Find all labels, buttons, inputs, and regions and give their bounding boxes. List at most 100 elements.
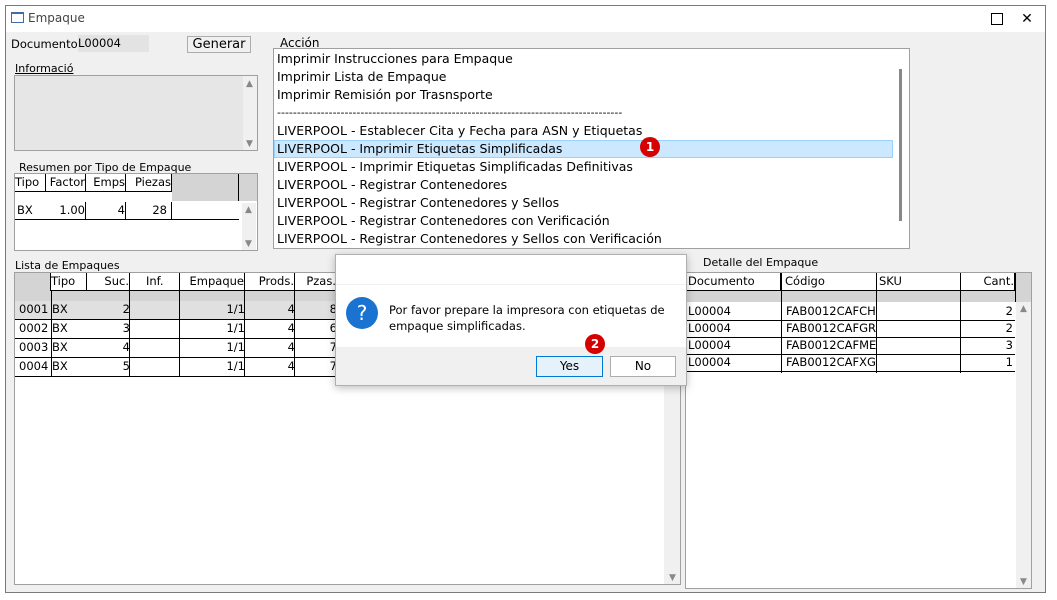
empaque-window: Empaque ✕ Documento: L00004 Generar Info… <box>5 5 1046 593</box>
yes-button[interactable]: Yes <box>536 356 603 377</box>
lista-cell: 0001 <box>19 302 49 316</box>
grid-line <box>686 371 1015 372</box>
detalle-grid[interactable]: Documento Código SKU Cant. L00004 FAB001… <box>685 272 1032 589</box>
generar-button[interactable]: Generar <box>187 36 251 53</box>
lista-cell <box>130 339 180 357</box>
list-item[interactable]: LIVERPOOL - Establecer Cita y Fecha para… <box>277 122 642 140</box>
message-dialog: ? Por favor prepare la impresora con eti… <box>335 254 687 386</box>
lista-cell: 4 <box>122 340 130 354</box>
detalle-cell: 2 <box>1005 304 1013 318</box>
lista-cell: BX <box>52 302 68 316</box>
resumen-col-tipo[interactable]: Tipo <box>15 174 46 192</box>
lista-col-inf[interactable]: Inf. <box>130 273 180 291</box>
grid-line <box>876 273 877 373</box>
detalle-col-codigo[interactable]: Código <box>781 273 877 291</box>
scroll-down-icon: ▼ <box>245 239 252 249</box>
window-icon <box>11 12 24 23</box>
detalle-cell: L00004 <box>688 355 731 369</box>
lista-cell: 6 <box>329 321 337 335</box>
scroll-down-icon: ▼ <box>246 139 253 149</box>
grid-line <box>15 319 337 320</box>
window-title: Empaque <box>28 11 85 25</box>
lista-cell: 4 <box>287 321 295 335</box>
list-item[interactable]: LIVERPOOL - Registrar Contenedores <box>277 176 507 194</box>
detalle-cell <box>877 354 961 372</box>
list-item[interactable]: Imprimir Remisión por Trasnsporte <box>277 86 493 104</box>
resumen-col-factor[interactable]: Factor <box>46 174 86 192</box>
informacion-textarea[interactable]: ▲ ▼ <box>14 75 258 151</box>
resumen-col-emps[interactable]: Emps <box>86 174 126 192</box>
lista-label: Lista de Empaques <box>15 259 120 272</box>
lista-col-prods[interactable]: Prods. <box>245 273 295 291</box>
lista-cell <box>130 301 180 319</box>
lista-cell: 1/1 <box>226 340 245 354</box>
list-separator[interactable]: ----------------------------------------… <box>277 104 622 122</box>
grid-line <box>15 357 337 358</box>
grid-line <box>686 354 1015 355</box>
lista-cell: 4 <box>287 359 295 373</box>
lista-cell: 0004 <box>19 359 49 373</box>
grid-line <box>960 273 961 373</box>
no-button[interactable]: No <box>610 356 676 377</box>
list-item[interactable]: LIVERPOOL - Registrar Contenedores y Sel… <box>277 230 662 248</box>
detalle-col-sku[interactable]: SKU <box>877 273 961 291</box>
accion-listbox[interactable]: Imprimir Instrucciones para Empaque Impr… <box>273 48 910 249</box>
detalle-cell: 1 <box>1005 355 1013 369</box>
lista-cell: 3 <box>122 321 130 335</box>
resumen-grid[interactable]: Tipo Factor Emps Piezas BX 1.00 4 28 ▲ ▼ <box>14 173 258 251</box>
resumen-cell: 4 <box>86 202 126 220</box>
close-icon: ✕ <box>1021 11 1033 27</box>
annotation-badge-2: 2 <box>585 334 605 354</box>
list-item[interactable]: Imprimir Lista de Empaque <box>277 68 446 86</box>
lista-cell <box>130 358 180 376</box>
resumen-col-piezas[interactable]: Piezas <box>126 174 172 192</box>
list-item[interactable]: LIVERPOOL - Imprimir Etiquetas Simplific… <box>277 158 633 176</box>
lista-col-suc[interactable]: Suc. <box>87 273 130 291</box>
dialog-message-line2: empaque simplificadas. <box>389 319 526 333</box>
scroll-down-icon: ▼ <box>669 573 676 583</box>
list-item[interactable]: LIVERPOOL - Registrar Contenedores con V… <box>277 212 610 230</box>
dialog-titlebar[interactable] <box>336 255 686 285</box>
detalle-header-band <box>686 291 1015 302</box>
documento-field[interactable]: L00004 <box>78 35 149 52</box>
informacion-scrollbar[interactable]: ▲ ▼ <box>243 76 257 150</box>
informacion-label: Informació <box>15 62 74 75</box>
lista-col-tipo[interactable]: Tipo <box>51 273 87 291</box>
grid-line <box>781 273 782 373</box>
lista-col-empaque[interactable]: Empaque <box>180 273 245 291</box>
grid-line <box>244 291 245 377</box>
lista-cell: BX <box>52 340 68 354</box>
lista-cell: 1/1 <box>226 321 245 335</box>
scroll-up-icon: ▲ <box>246 79 253 89</box>
resumen-scrollbar[interactable]: ▲ ▼ <box>242 203 256 250</box>
detalle-cell <box>877 337 961 355</box>
scroll-down-icon: ▼ <box>1020 577 1027 587</box>
lista-cell: 0003 <box>19 340 49 354</box>
detalle-col-documento[interactable]: Documento <box>686 273 781 291</box>
detalle-cell <box>877 320 961 338</box>
detalle-col-cant[interactable]: Cant. <box>961 273 1015 291</box>
accion-scrollbar-thumb[interactable] <box>899 69 902 221</box>
scroll-up-icon: ▲ <box>245 205 252 215</box>
lista-cell: 1/1 <box>226 359 245 373</box>
detalle-label: Detalle del Empaque <box>703 256 819 269</box>
resumen-cell: 1.00 <box>46 202 86 220</box>
detalle-cell: L00004 <box>688 304 731 318</box>
detalle-cell: FAB0012CAFCHI <box>786 304 876 318</box>
detalle-scrollbar[interactable]: ▲ ▼ <box>1016 302 1031 588</box>
lista-cell: 5 <box>122 359 130 373</box>
lista-cell: 7 <box>329 359 337 373</box>
lista-cell: BX <box>52 359 68 373</box>
resumen-cell: 28 <box>126 202 172 220</box>
lista-cell: BX <box>52 321 68 335</box>
close-button[interactable]: ✕ <box>1012 6 1042 32</box>
list-item-selected[interactable]: LIVERPOOL - Imprimir Etiquetas Simplific… <box>277 140 562 158</box>
lista-col-pzas[interactable]: Pzas. <box>295 273 337 291</box>
question-icon: ? <box>346 297 378 329</box>
dialog-message-line1: Por favor prepare la impresora con etiqu… <box>389 303 665 317</box>
resumen-header-filler-right <box>239 174 257 201</box>
list-item[interactable]: LIVERPOOL - Registrar Contenedores y Sel… <box>277 194 559 212</box>
list-item[interactable]: Imprimir Instrucciones para Empaque <box>277 50 513 68</box>
maximize-button[interactable] <box>982 6 1012 32</box>
detalle-cell: FAB0012CAFXGR <box>786 355 876 369</box>
